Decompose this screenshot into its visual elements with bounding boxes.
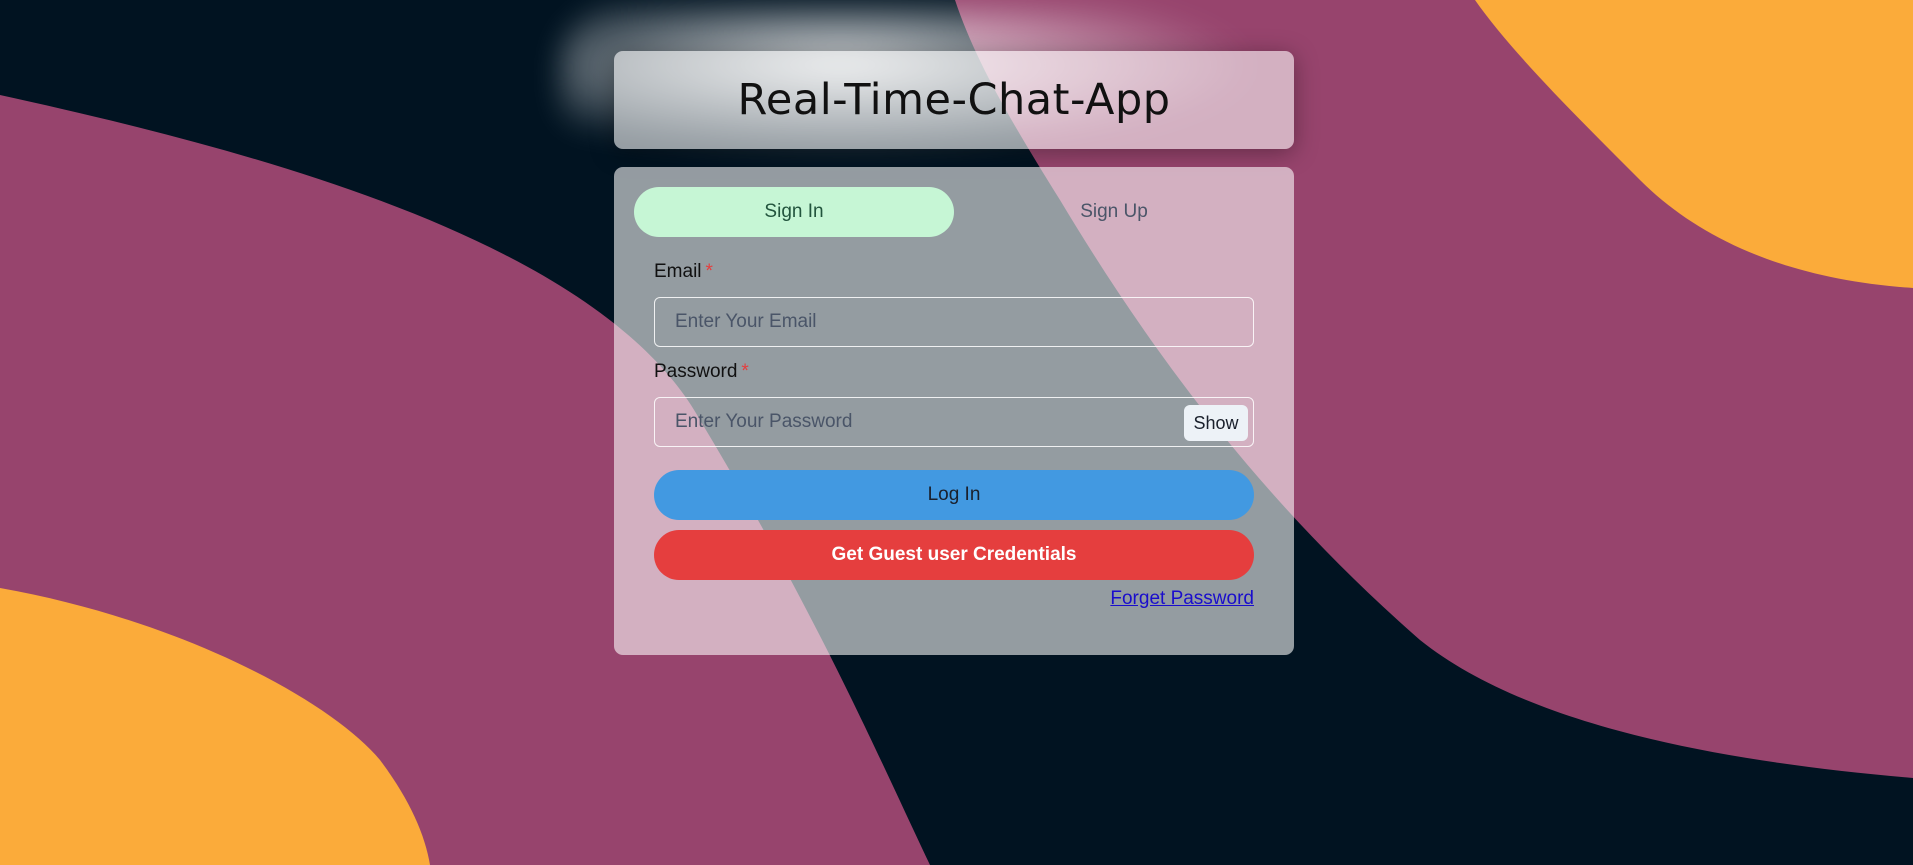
auth-form-card: Sign In Sign Up Email* Password* Show Lo… [614, 167, 1294, 655]
auth-tabs: Sign In Sign Up [634, 187, 1274, 237]
tab-sign-up[interactable]: Sign Up [954, 187, 1274, 237]
login-button[interactable]: Log In [654, 470, 1254, 520]
password-field[interactable] [654, 397, 1254, 447]
tab-sign-in[interactable]: Sign In [634, 187, 954, 237]
guest-credentials-button[interactable]: Get Guest user Credentials [654, 530, 1254, 580]
show-password-button[interactable]: Show [1184, 405, 1248, 441]
email-required-mark: * [705, 261, 713, 282]
password-label: Password * [654, 361, 749, 383]
email-field[interactable] [654, 297, 1254, 347]
email-label: Email * [654, 261, 713, 283]
forget-password-link[interactable]: Forget Password [1110, 588, 1254, 610]
password-label-text: Password [654, 361, 738, 382]
app-title-card: Real-Time-Chat-App [614, 51, 1294, 149]
app-title: Real-Time-Chat-App [737, 75, 1171, 125]
page-background: Real-Time-Chat-App Sign In Sign Up Email… [0, 0, 1913, 865]
password-required-mark: * [741, 361, 749, 382]
email-label-text: Email [654, 261, 702, 282]
